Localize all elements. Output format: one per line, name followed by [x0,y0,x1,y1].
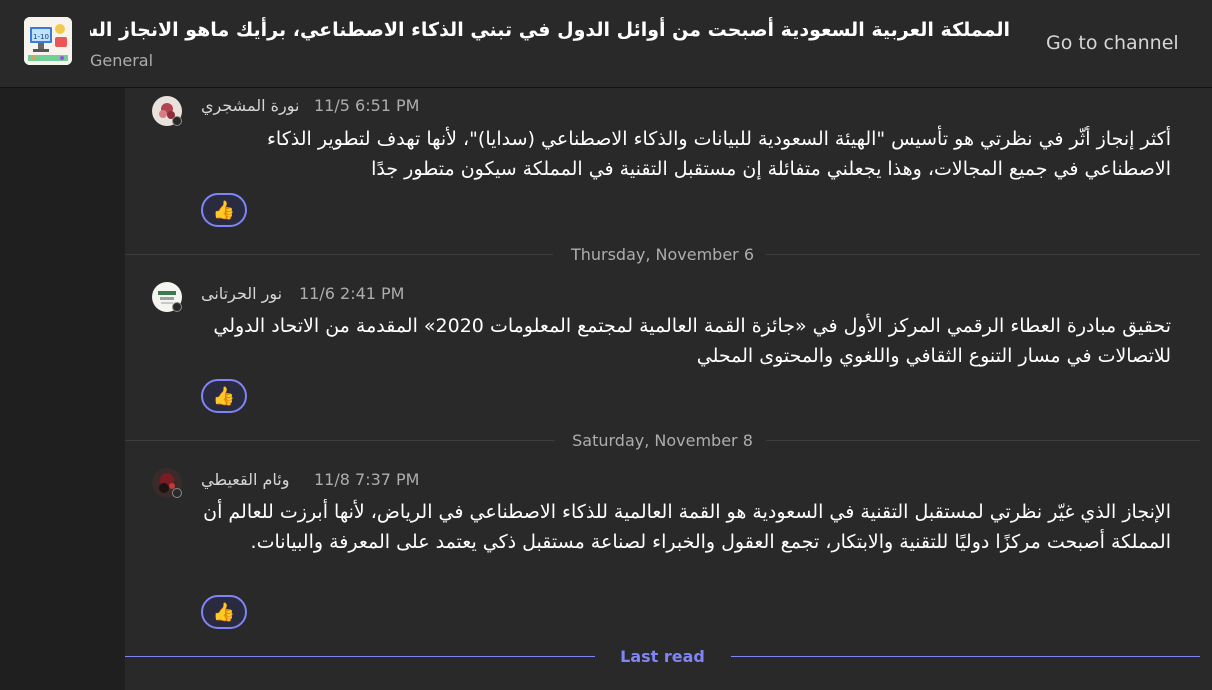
date-label: Thursday, November 6 [570,245,755,264]
last-read-divider: Last read [125,645,1200,669]
classroom-illustration-icon[interactable]: 1-10 [24,17,72,65]
go-to-channel-button[interactable]: Go to channel [1030,30,1195,56]
presence-offline-icon [172,302,182,312]
thumbs-up-icon: 👍 [212,601,236,623]
presence-offline-icon [172,116,182,126]
message-thread[interactable]: نورة المشجري 11/5 6:51 PM أكثر إنجاز أثّ… [125,88,1212,690]
message-timestamp: 11/6 2:41 PM [299,284,405,303]
message-body: تحقيق مبادرة العطاء الرقمي المركز الأول … [213,315,1171,367]
svg-text:1-10: 1-10 [33,33,49,41]
like-reaction-button[interactable]: 👍 [201,379,247,413]
date-divider: Thursday, November 6 [125,243,1200,267]
thumbs-up-icon: 👍 [212,199,236,221]
message-body: الإنجاز الذي غيّر نظرتي لمستقبل التقنية … [203,501,1171,553]
presence-offline-icon [172,488,182,498]
thumbs-up-icon: 👍 [212,385,236,407]
channel-name[interactable]: General [90,51,153,70]
conversation-title: المملكة العربية السعودية أصبحت من أوائل … [90,19,1010,41]
avatar[interactable] [152,96,182,126]
date-divider: Saturday, November 8 [125,429,1200,453]
like-reaction-button[interactable]: 👍 [201,193,247,227]
like-reaction-button[interactable]: 👍 [201,595,247,629]
message-author[interactable]: وئام القعيطي [201,470,289,489]
channel-header: 1-10 المملكة العربية السعودية أصبحت من أ… [0,0,1212,88]
avatar[interactable] [152,282,182,312]
message-body: أكثر إنجاز أثّر في نظرتي هو تأسيس "الهيئ… [266,128,1171,180]
avatar[interactable] [152,468,182,498]
last-read-label: Last read [620,647,705,666]
message-timestamp: 11/5 6:51 PM [314,96,420,115]
message-timestamp: 11/8 7:37 PM [314,470,420,489]
message-author[interactable]: نورة المشجري [201,96,299,115]
date-label: Saturday, November 8 [572,431,753,450]
message-author[interactable]: نور الحرتانى [201,284,282,303]
